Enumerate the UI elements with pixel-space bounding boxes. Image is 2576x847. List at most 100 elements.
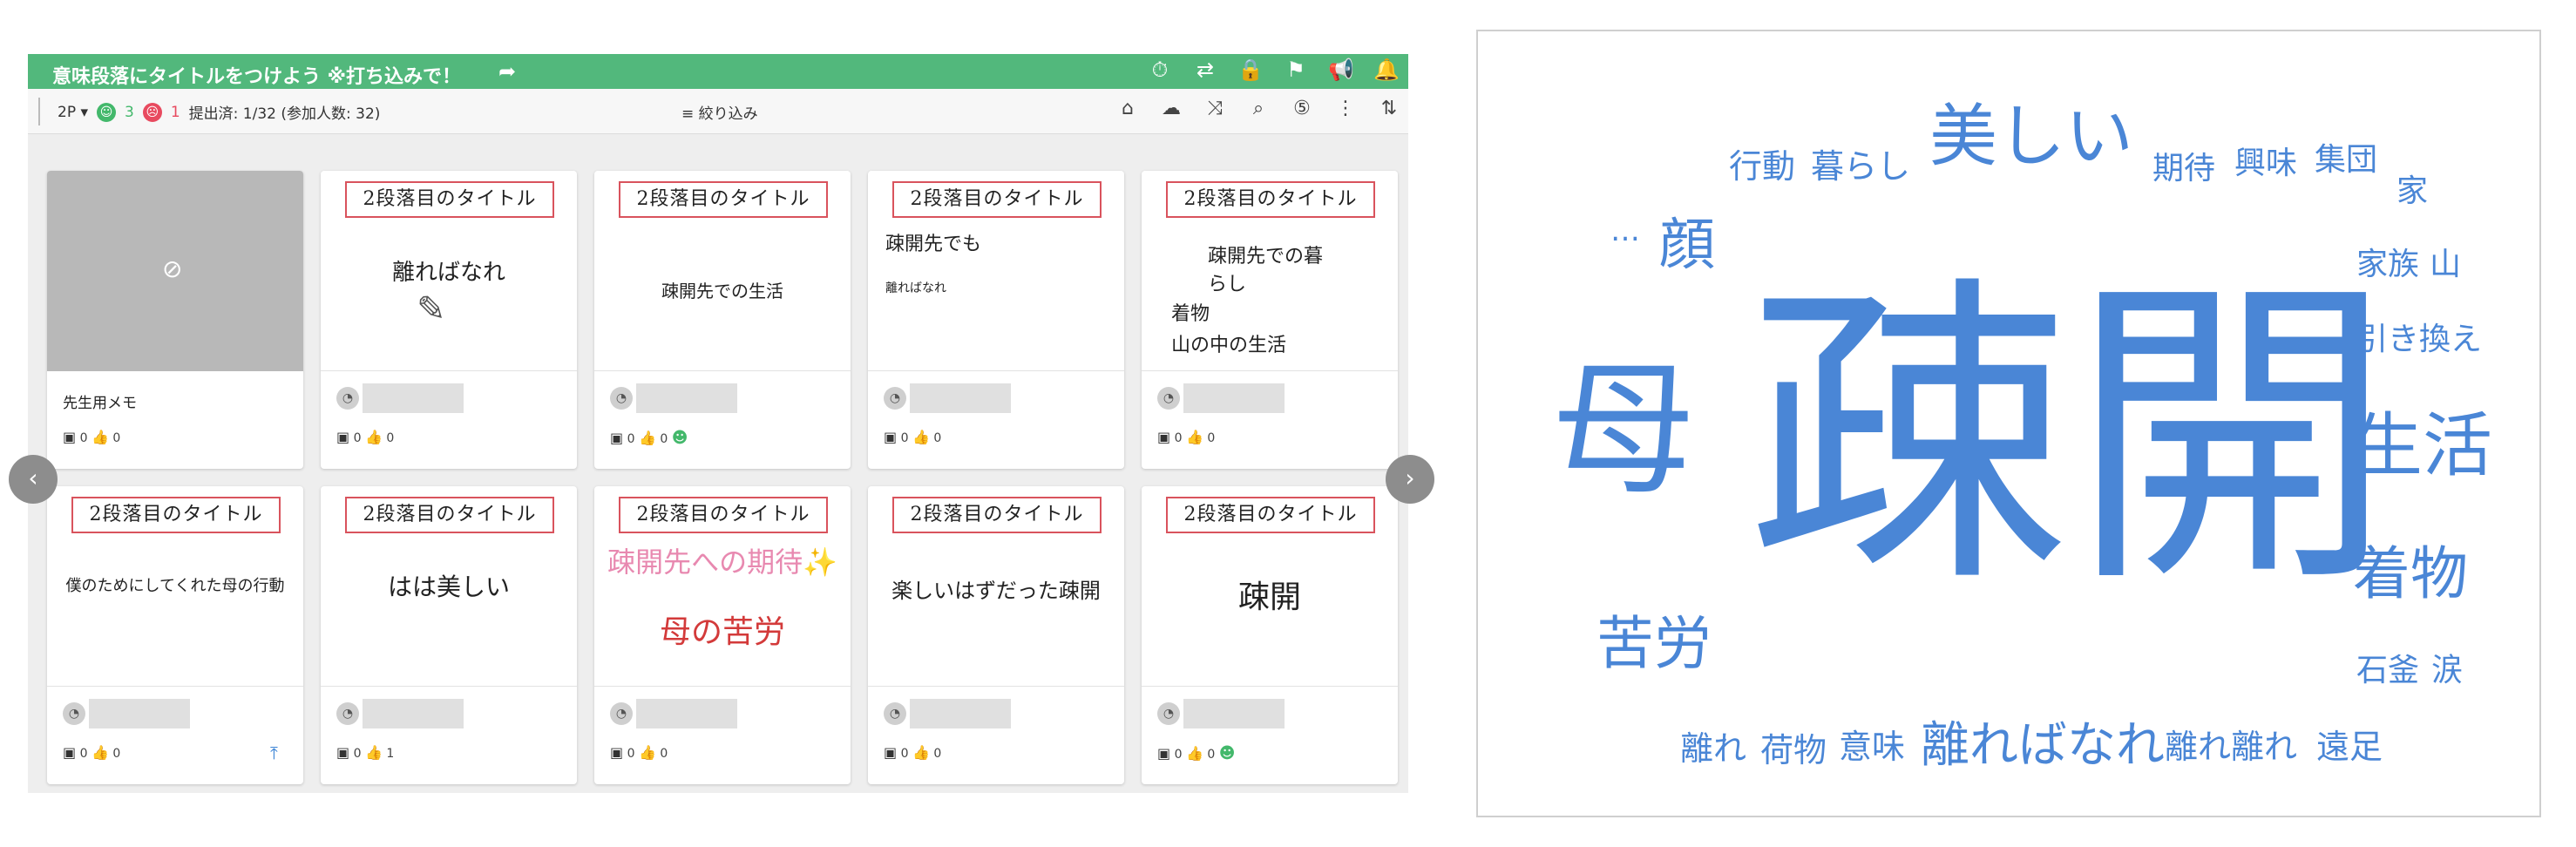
bad-face-icon[interactable]: ☹: [142, 102, 162, 122]
comment-icon[interactable]: ▣: [884, 429, 897, 445]
filter-icon: ≡: [681, 105, 699, 123]
thumbs-up-icon[interactable]: 👍: [639, 430, 656, 446]
student-name-redacted: [636, 383, 737, 413]
word-kazoku: 家族: [2356, 247, 2420, 282]
bell-icon[interactable]: 🔔: [1373, 58, 1400, 82]
student-name-redacted: [1183, 383, 1285, 413]
title-bar: 意味段落にタイトルをつけよう ※打ち込みで！ ➦ ⏱ ⇄ 🔒 ⚑ 📢 🔔: [28, 54, 1408, 89]
comment-icon[interactable]: ▣: [1157, 745, 1170, 762]
thumbs-up-icon[interactable]: 👍: [912, 429, 930, 445]
card-body-line: 疎開先での暮: [1208, 246, 1324, 268]
avatar: ◔: [884, 702, 906, 725]
view-mode-select[interactable]: 2P ▾: [58, 104, 88, 121]
card[interactable]: 2段落目のタイトル 疎開先での生活 ◔ ▣ 0 👍 0 ☻: [594, 171, 851, 469]
like-count: 0: [112, 431, 121, 445]
thumbs-up-icon[interactable]: 👍: [1186, 745, 1203, 762]
card-body-text: はは美しい: [387, 573, 510, 601]
word-ensoku: 遠足: [2316, 728, 2383, 766]
word-cloud: 疎開 母 美しい 生活 着物 苦労 顔 … 離ればなれ 行動 暮らし 期待 興味…: [1476, 30, 2541, 817]
lock-icon[interactable]: 🔒: [1237, 58, 1264, 82]
word-yama: 山: [2430, 247, 2462, 282]
screen: 意味段落にタイトルをつけよう ※打ち込みで！ ➦ ⏱ ⇄ 🔒 ⚑ 📢 🔔 2P …: [0, 0, 2576, 847]
comment-count: 0: [79, 431, 88, 445]
board-title: 意味段落にタイトルをつけよう ※打ち込みで！: [52, 66, 462, 88]
thumbs-up-icon[interactable]: 👍: [639, 744, 656, 761]
student-name-redacted: [910, 699, 1011, 728]
thumbs-up-icon[interactable]: 👍: [92, 429, 109, 445]
thumbs-up-icon[interactable]: 👍: [365, 429, 383, 445]
good-face-icon[interactable]: ☺: [97, 102, 117, 122]
word-kao: 顔: [1659, 213, 1715, 278]
card-content: 2段落目のタイトル 疎開先での暮 らし 着物 山の中の生活: [1142, 171, 1398, 371]
qr-search-icon[interactable]: ⌕: [1244, 98, 1272, 119]
word-haha: 母: [1551, 347, 1696, 515]
card[interactable]: 2段落目のタイトル 疎開先でも 離ればなれ ◔ ▣ 0 👍 0: [868, 171, 1124, 469]
comment-count: 0: [627, 432, 635, 446]
card-teacher-memo[interactable]: ⊘ 先生用メモ ▣ 0 👍 0: [47, 171, 303, 469]
comment-icon[interactable]: ▣: [336, 429, 349, 445]
like-count: 0: [933, 431, 942, 445]
megaphone-icon[interactable]: 📢: [1328, 58, 1354, 82]
comment-icon[interactable]: ▣: [1157, 429, 1170, 445]
card[interactable]: 2段落目のタイトル はは美しい ◔ ▣ 0 👍 1: [321, 486, 577, 784]
tag-icon[interactable]: ⌂: [1114, 98, 1142, 119]
pin-top-icon[interactable]: ⤒: [270, 742, 278, 763]
word-shuudan: 集団: [2315, 142, 2378, 178]
smile-face-icon: ☻: [671, 429, 688, 447]
comment-icon[interactable]: ▣: [884, 744, 897, 761]
comment-icon[interactable]: ▣: [610, 430, 623, 446]
thumbs-up-icon[interactable]: 👍: [1186, 429, 1203, 445]
more-vertical-icon[interactable]: ⋮: [1332, 98, 1359, 119]
next-page-button[interactable]: ›: [1386, 455, 1434, 504]
card-body-line: 疎開先でも: [885, 234, 982, 255]
filter-button[interactable]: ≡ 絞り込み: [681, 101, 758, 123]
card-body-text: 離ればなれ: [391, 260, 505, 286]
card-header-title: 2段落目のタイトル: [892, 497, 1102, 533]
card-footer: ▣ 0 👍 0 ☻: [610, 429, 688, 447]
number-5-icon[interactable]: ⑤: [1288, 98, 1316, 119]
thumbs-up-icon[interactable]: 👍: [365, 744, 383, 761]
student-name-redacted: [363, 699, 464, 728]
comment-count: 0: [900, 431, 909, 445]
like-count: 0: [660, 432, 668, 446]
word-nimotsu: 荷物: [1760, 731, 1827, 769]
comment-icon[interactable]: ▣: [63, 429, 76, 445]
card-footer: ▣ 0 👍 1: [336, 744, 394, 761]
header-icons: ⏱ ⇄ 🔒 ⚑ 📢 🔔: [1147, 58, 1400, 82]
person-flag-icon[interactable]: ⚑: [1283, 58, 1309, 82]
word-seikatsu: 生活: [2353, 405, 2492, 486]
comment-icon[interactable]: ▣: [336, 744, 349, 761]
card-body-text: 僕のためにしてくれた母の行動: [65, 577, 285, 595]
thumbs-up-icon[interactable]: 👍: [92, 744, 109, 761]
card[interactable]: 2段落目のタイトル 疎開先での暮 らし 着物 山の中の生活 ◔ ▣ 0 👍 0: [1142, 171, 1398, 469]
card[interactable]: 2段落目のタイトル 僕のためにしてくれた母の行動 ◔ ▣ 0 👍 0 ⤒: [47, 486, 303, 784]
comment-count: 0: [1174, 431, 1183, 445]
card-body-line: 疎開先への期待✨: [607, 545, 837, 579]
cloud-abc-icon[interactable]: ☁: [1157, 98, 1185, 119]
avatar: ◔: [610, 387, 633, 410]
like-count: 0: [1207, 431, 1216, 445]
avatar: ◔: [63, 702, 85, 725]
share-arrow-icon[interactable]: ➦: [498, 59, 516, 84]
translate-icon[interactable]: ⇄: [1192, 58, 1218, 82]
eye-off-icon[interactable]: ⊘: [162, 254, 182, 283]
card[interactable]: 2段落目のタイトル 離ればなれ ✎ ◔ ▣ 0 👍 0: [321, 171, 577, 469]
like-count: 0: [386, 431, 395, 445]
card-body-line: 離ればなれ: [885, 281, 946, 295]
comment-count: 0: [353, 747, 362, 761]
card-body-line: 母の苦労: [659, 614, 785, 650]
word-kitai: 期待: [2152, 151, 2216, 186]
card[interactable]: 2段落目のタイトル 疎開 ◔ ▣ 0 👍 0 ☻: [1142, 486, 1398, 784]
word-sokai: 疎開: [1748, 251, 2393, 626]
card[interactable]: 2段落目のタイトル 楽しいはずだった疎開 ◔ ▣ 0 👍 0: [868, 486, 1124, 784]
thumbs-up-icon[interactable]: 👍: [912, 744, 930, 761]
comment-icon[interactable]: ▣: [63, 744, 76, 761]
card-footer: ▣ 0 👍 0: [1157, 429, 1215, 445]
timer-icon[interactable]: ⏱: [1147, 58, 1173, 82]
card[interactable]: 2段落目のタイトル 疎開先への期待✨ 母の苦労 ◔ ▣ 0 👍 0: [594, 486, 851, 784]
sort-icon[interactable]: ⇅: [1375, 98, 1403, 119]
comment-icon[interactable]: ▣: [610, 744, 623, 761]
card-body-line: 着物: [1171, 303, 1210, 325]
shuffle-icon[interactable]: ⤨: [1201, 98, 1229, 119]
prev-page-button[interactable]: ‹: [9, 455, 58, 504]
